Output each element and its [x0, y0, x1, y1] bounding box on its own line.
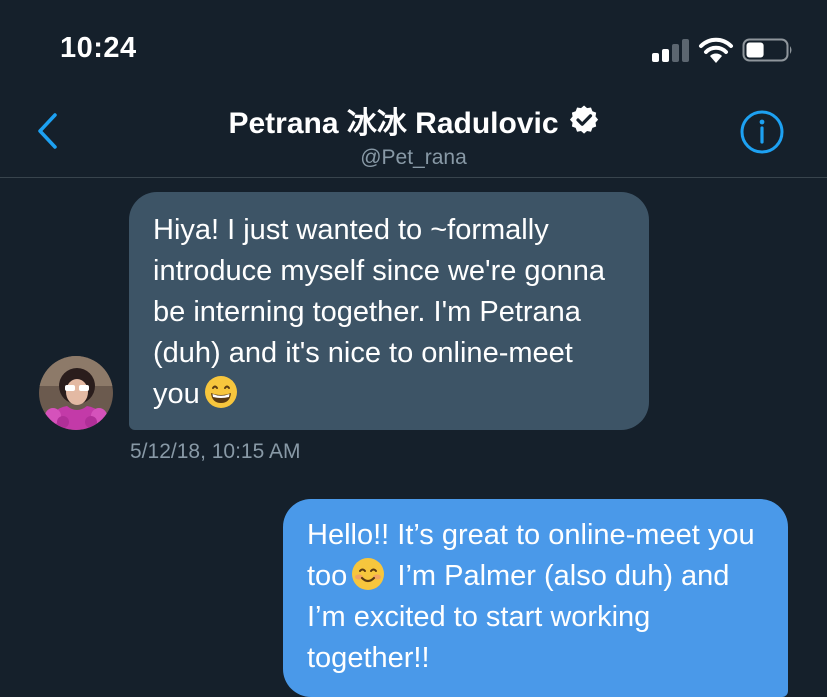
outgoing-message-bubble[interactable]: Hello!! It’s great to online-meet you to… — [283, 499, 788, 697]
battery-icon — [742, 38, 792, 62]
conversation-header: Petrana 冰冰 Radulovic @Pet_rana — [0, 92, 827, 178]
dm-conversation-screen: 10:24 Petrana 冰冰 Radulovic @Pet_rana Hiy… — [0, 0, 827, 697]
contact-name: Petrana 冰冰 Radulovic — [228, 107, 559, 140]
conversation-title[interactable]: Petrana 冰冰 Radulovic @Pet_rana — [0, 98, 827, 170]
info-icon — [740, 110, 784, 154]
wifi-icon — [699, 37, 733, 63]
smiling-face-emoji-icon — [352, 558, 385, 591]
conversation-info-button[interactable] — [739, 109, 785, 155]
contact-avatar[interactable] — [39, 356, 113, 430]
contact-handle: @Pet_rana — [360, 146, 467, 169]
avatar-image — [39, 356, 113, 430]
grinning-face-emoji-icon — [204, 376, 237, 409]
message-timestamp: 5/12/18, 10:15 AM — [130, 440, 301, 463]
incoming-message-bubble[interactable]: Hiya! I just wanted to ~formally introdu… — [129, 192, 649, 430]
status-bar: 10:24 — [0, 0, 827, 92]
verified-badge-icon — [569, 105, 598, 134]
cellular-signal-icon — [652, 38, 692, 62]
status-time: 10:24 — [60, 32, 137, 64]
contact-name-row: Petrana 冰冰 Radulovic — [228, 98, 598, 142]
